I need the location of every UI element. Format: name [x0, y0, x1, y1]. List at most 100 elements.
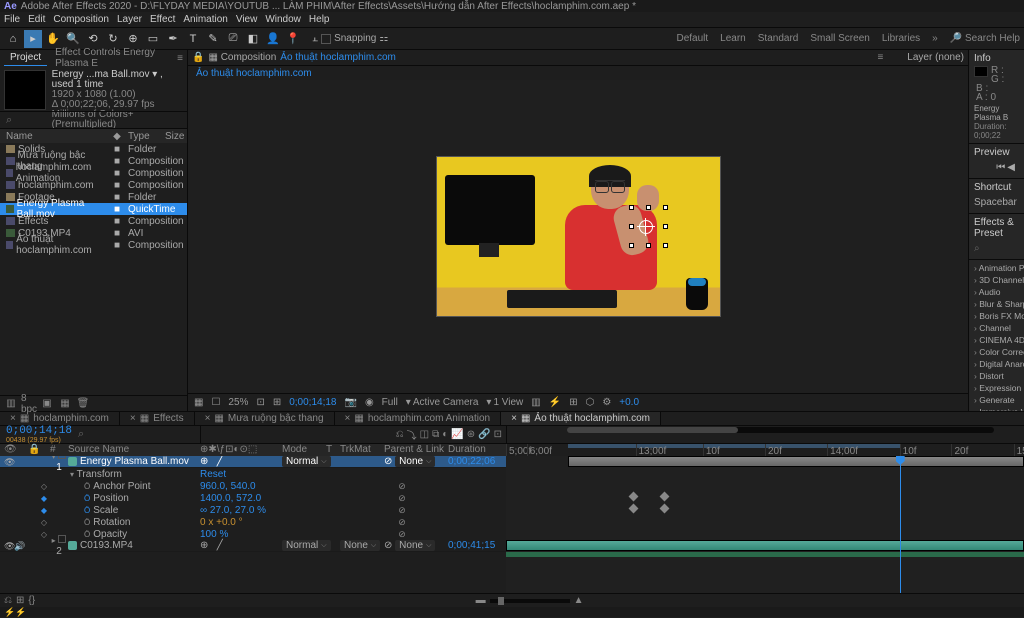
selection-tool[interactable]: ▸ — [24, 30, 42, 48]
effect-category[interactable]: Digital Anarchy — [969, 358, 1024, 370]
layer-row-1[interactable]: 👁 ▾ 1 Energy Plasma Ball.mov ⊕ ╱ Normal … — [0, 456, 506, 468]
layer1-bar[interactable] — [568, 456, 1024, 467]
expand-icon[interactable]: ⊡ — [494, 429, 502, 440]
snap-opts-icon[interactable]: ⚏ — [379, 33, 388, 44]
menu-composition[interactable]: Composition — [53, 14, 109, 25]
gpu-bolt-icon[interactable]: ⚡⚡ — [4, 607, 26, 618]
timeline-ruler[interactable]: 5;00f6;00f13;00f10f20f14;00f10f20f15;00f — [506, 444, 1024, 456]
project-search[interactable]: ⌕ — [0, 111, 187, 129]
toggle-switches-icon[interactable]: ⎌ — [4, 595, 12, 606]
clone-tool[interactable]: ⎚ — [224, 30, 242, 48]
workspace-learn[interactable]: Learn — [720, 33, 746, 44]
workspace-libraries[interactable]: Libraries — [882, 33, 920, 44]
quality-dropdown[interactable]: Full — [382, 397, 398, 408]
align-icon[interactable]: ⫠ — [312, 33, 318, 44]
timeline-tab[interactable]: ×▦Mưa ruộng bậc thang — [195, 412, 335, 425]
pixel-aspect-icon[interactable]: ▥ — [531, 397, 540, 408]
project-item[interactable]: Energy Plasma Ball.mov■QuickTime — [0, 203, 187, 215]
text-tool[interactable]: T — [184, 30, 202, 48]
timeline-tab[interactable]: ×▦Ảo thuật hoclamphim.com — [501, 412, 661, 425]
effect-category[interactable]: CINEMA 4D — [969, 334, 1024, 346]
toggle-pane-icon[interactable]: ⊞ — [16, 595, 24, 606]
preview-time[interactable]: 0;00;14;18 — [289, 397, 336, 408]
timeline-timecode[interactable]: 0;00;14;18 — [6, 425, 72, 437]
keyframe[interactable] — [629, 504, 639, 514]
comp-panel-menu-icon[interactable]: ≡ — [877, 52, 883, 63]
effect-category[interactable]: Generate — [969, 394, 1024, 406]
resolution-icon[interactable]: ⊡ — [256, 397, 264, 408]
comp-flowchart-icon[interactable]: ⎌ — [396, 429, 404, 440]
3d-icon[interactable]: ⬡ — [586, 397, 595, 408]
interpret-icon[interactable]: ▥ — [4, 397, 18, 411]
effect-category[interactable]: Animation Pr — [969, 262, 1024, 274]
menu-animation[interactable]: Animation — [183, 14, 227, 25]
mask-icon[interactable]: ▦ — [194, 397, 203, 408]
layer2-bar[interactable] — [506, 540, 1024, 551]
views-dropdown[interactable]: ▾ 1 View — [486, 397, 523, 408]
first-frame-icon[interactable]: ⏮ — [996, 162, 1005, 173]
label-col-icon[interactable]: ◆ — [108, 131, 126, 142]
timeline-tab[interactable]: ×▦Effects — [120, 412, 195, 425]
exposure-value[interactable]: +0.0 — [619, 397, 639, 408]
keyframe[interactable] — [660, 504, 670, 514]
search-help[interactable]: 🔎 Search Help — [950, 33, 1020, 44]
project-tab[interactable]: Project — [4, 50, 47, 66]
bpc-button[interactable]: 8 bpc — [22, 397, 36, 411]
transform-group[interactable]: ▾ Transform Reset — [0, 468, 506, 480]
zoom-in-icon[interactable]: ▲ — [574, 595, 584, 606]
transform-property[interactable]: ◇ÖAnchor Point960.0, 540.0⊘ — [0, 480, 506, 492]
render-icon[interactable]: ⚙ — [602, 397, 611, 408]
layer-viewer-tab[interactable]: Layer (none) — [907, 52, 964, 63]
effect-category[interactable]: Boris FX Mocha — [969, 310, 1024, 322]
workspace-default[interactable]: Default — [676, 33, 708, 44]
menu-window[interactable]: Window — [265, 14, 301, 25]
magnification[interactable]: 25% — [228, 397, 248, 408]
roi-icon[interactable]: ⊞ — [273, 397, 281, 408]
timeline-search-icon[interactable]: ⌕ — [78, 428, 84, 441]
prev-frame-icon[interactable]: ◀ — [1007, 162, 1015, 173]
show-channel-icon[interactable]: ◉ — [365, 397, 374, 408]
keyframe[interactable] — [629, 492, 639, 502]
toggle-alpha-icon[interactable]: ☐ — [211, 397, 220, 408]
menu-file[interactable]: File — [4, 14, 20, 25]
effect-category[interactable]: Immersive Video — [969, 406, 1024, 411]
panel-menu-icon[interactable]: ≡ — [177, 53, 183, 64]
grid-icon[interactable]: ⊞ — [569, 397, 577, 408]
effect-category[interactable]: Distort — [969, 370, 1024, 382]
workspace-standard[interactable]: Standard — [758, 33, 799, 44]
menu-view[interactable]: View — [236, 14, 258, 25]
timeline-navigator[interactable] — [506, 426, 1024, 443]
timeline-tracks[interactable] — [506, 456, 1024, 593]
menu-edit[interactable]: Edit — [28, 14, 45, 25]
snapping-checkbox[interactable] — [321, 34, 331, 44]
flowchart-link[interactable]: Ảo thuật hoclamphim.com — [196, 68, 312, 79]
menu-effect[interactable]: Effect — [150, 14, 175, 25]
workspace-smallscreen[interactable]: Small Screen — [810, 33, 869, 44]
puppet-tool[interactable]: 📍 — [284, 30, 302, 48]
menu-layer[interactable]: Layer — [117, 14, 142, 25]
graph-editor-icon[interactable]: 📈 — [451, 429, 463, 440]
link-icon[interactable]: 🔗 — [478, 429, 490, 440]
transform-property[interactable]: ◇ÖRotation0 x +0.0 °⊘ — [0, 516, 506, 528]
snapshot-icon[interactable]: 📷 — [344, 397, 356, 408]
project-item[interactable]: Effects■Composition — [0, 215, 187, 227]
effect-category[interactable]: Audio — [969, 286, 1024, 298]
composition-viewer[interactable] — [188, 80, 968, 393]
project-item[interactable]: hoclamphim.com Animation■Composition — [0, 167, 187, 179]
delete-icon[interactable]: 🗑 — [76, 397, 90, 411]
layer-row-2[interactable]: 👁🔊 ▸ 2 C0193.MP4 ⊕ ╱ Normal None ⊘ None … — [0, 540, 506, 552]
effect-category[interactable]: 3D Channel — [969, 274, 1024, 286]
effect-category[interactable]: Expression Controls — [969, 382, 1024, 394]
effect-category[interactable]: Blur & Sharpen — [969, 298, 1024, 310]
eraser-tool[interactable]: ◧ — [244, 30, 262, 48]
zoom-out-icon[interactable]: ▬ — [476, 595, 486, 606]
transform-property[interactable]: ◆ÖScale∞ 27.0, 27.0 %⊘ — [0, 504, 506, 516]
menu-help[interactable]: Help — [309, 14, 330, 25]
effect-category[interactable]: Channel — [969, 322, 1024, 334]
comp-active-tab[interactable]: Ảo thuật hoclamphim.com — [280, 52, 396, 63]
timeline-tab[interactable]: ×▦hoclamphim.com Animation — [335, 412, 502, 425]
new-comp-icon[interactable]: ▦ — [58, 397, 72, 411]
project-item[interactable]: Ảo thuật hoclamphim.com■Composition — [0, 239, 187, 251]
brain-icon[interactable]: ⊛ — [467, 429, 475, 440]
expand-props-icon[interactable]: {} — [28, 595, 35, 606]
